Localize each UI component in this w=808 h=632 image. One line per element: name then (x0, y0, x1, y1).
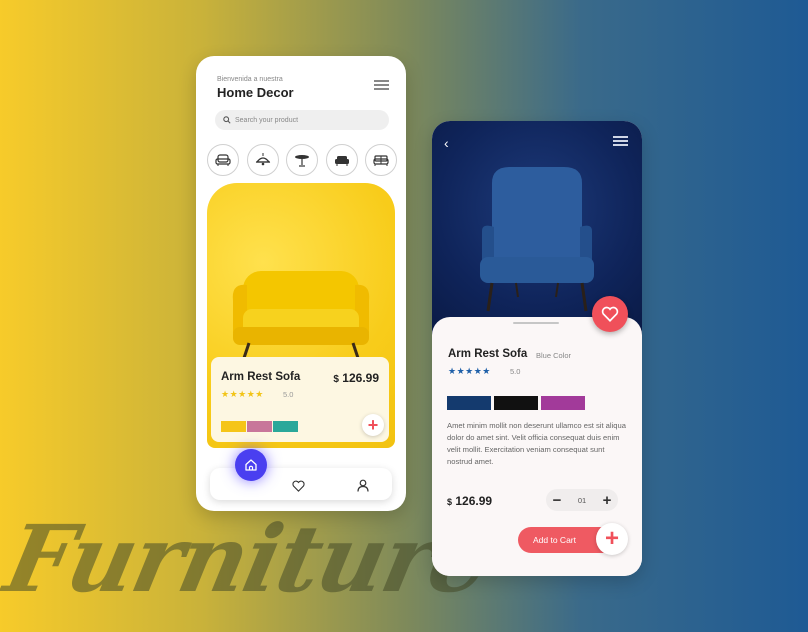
product-name: Arm Rest Sofa (448, 348, 528, 360)
price-currency: $ (447, 497, 453, 507)
heart-icon[interactable] (292, 480, 305, 492)
couch-icon[interactable] (365, 144, 397, 176)
decrease-quantity-button[interactable]: − (546, 492, 568, 509)
lamp-icon[interactable] (246, 144, 279, 176)
rating-value: 5.0 (510, 367, 521, 376)
home-icon[interactable] (235, 449, 267, 481)
star-rating: ★★★★★ (448, 366, 491, 376)
swatch-teal[interactable] (273, 421, 298, 432)
rating-value: 5.0 (283, 390, 294, 399)
sheet-handle[interactable] (513, 322, 559, 324)
sofa-icon[interactable] (325, 144, 358, 176)
home-screen: Bienvenida a nuestra Home Decor Search y… (196, 56, 406, 511)
hamburger-menu-icon[interactable] (374, 80, 389, 90)
table-icon[interactable] (286, 144, 318, 176)
increase-quantity-button[interactable]: + (596, 492, 618, 509)
swatch-yellow[interactable] (221, 421, 246, 432)
user-icon[interactable] (357, 479, 369, 492)
search-placeholder: Search your product (235, 116, 299, 124)
color-swatches (447, 396, 585, 410)
add-to-cart-plus-button[interactable]: + (596, 523, 628, 555)
product-name: Arm Rest Sofa (221, 371, 301, 383)
back-icon[interactable]: ‹ (444, 135, 449, 151)
hamburger-menu-icon[interactable] (613, 136, 628, 146)
search-input[interactable]: Search your product (215, 110, 389, 130)
price-value: 126.99 (455, 494, 493, 508)
product-color-label: Blue Color (536, 351, 572, 360)
add-to-cart-button[interactable]: + (362, 414, 384, 436)
product-price: $ 126.99 (447, 494, 492, 508)
swatch-navy[interactable] (447, 396, 491, 410)
swatch-pink[interactable] (247, 421, 272, 432)
quantity-value: 01 (577, 495, 587, 505)
product-price: $ 126.99 (333, 371, 379, 385)
details-sheet: Arm Rest Sofa Blue Color ★★★★★ 5.0 Amet … (432, 317, 642, 576)
page-title: Home Decor (217, 85, 294, 100)
swatch-purple[interactable] (541, 396, 585, 410)
swatch-black[interactable] (494, 396, 538, 410)
greeting-text: Bienvenida a nuestra (217, 76, 283, 83)
product-detail-screen: ‹ Arm Rest Sofa Blue Color ★★★★★ 5.0 Ame… (432, 121, 642, 576)
category-list (207, 144, 397, 176)
star-rating: ★★★★★ (221, 389, 264, 399)
search-icon (223, 116, 231, 124)
quantity-stepper: − 01 + (546, 489, 618, 511)
price-currency: $ (333, 374, 339, 385)
product-card[interactable]: Arm Rest Sofa $ 126.99 ★★★★★ 5.0 + (211, 357, 389, 442)
product-description: Amet minim mollit non deserunt ullamco e… (447, 421, 626, 466)
color-swatches (221, 421, 298, 432)
armchair-icon[interactable] (207, 144, 239, 176)
price-value: 126.99 (342, 371, 379, 385)
favorite-heart-icon[interactable] (592, 296, 628, 332)
background-title: Furniture (0, 505, 499, 613)
